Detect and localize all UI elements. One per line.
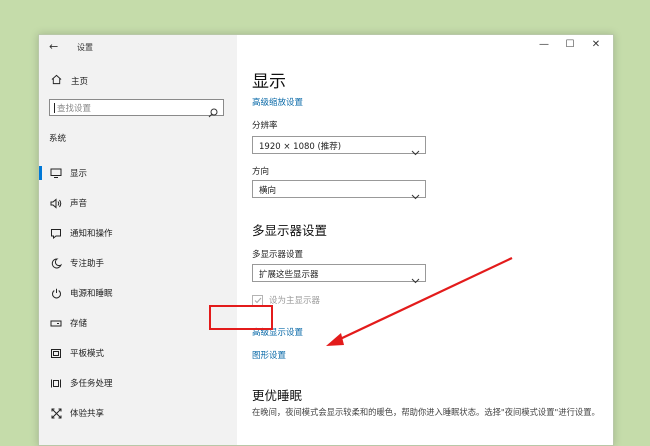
search-icon[interactable] — [208, 103, 218, 122]
sidebar-item-label: 声音 — [70, 199, 88, 209]
settings-window: ← 设置 主页 查找设置 系统 显示 声音 通知和操作 专注助手 电源和睡眠 存… — [38, 34, 614, 446]
chevron-down-icon — [411, 185, 420, 204]
sidebar-item-label: 电源和睡眠 — [70, 289, 113, 299]
sidebar-item-multitasking[interactable]: 多任务处理 — [39, 371, 237, 395]
multi-display-heading: 多显示器设置 — [252, 223, 328, 238]
sidebar-item-tablet-mode[interactable]: 平板模式 — [39, 341, 237, 365]
resolution-dropdown[interactable]: 1920 × 1080 (推荐) — [252, 136, 426, 156]
sidebar-item-label: 专注助手 — [70, 259, 105, 269]
multi-display-value: 扩展这些显示器 — [259, 270, 319, 280]
home-icon — [51, 74, 62, 88]
orientation-dropdown[interactable]: 横向 — [252, 180, 426, 200]
share-icon — [49, 406, 63, 420]
notification-icon — [49, 226, 63, 240]
multi-display-dropdown[interactable]: 扩展这些显示器 — [252, 264, 426, 284]
sidebar-item-focus-assist[interactable]: 专注助手 — [39, 251, 237, 275]
search-placeholder: 查找设置 — [57, 104, 92, 114]
sidebar-item-label: 多任务处理 — [70, 379, 113, 389]
sidebar-item-label: 存储 — [70, 319, 88, 329]
sidebar-home-label: 主页 — [71, 77, 89, 87]
multi-display-label: 多显示器设置 — [252, 250, 304, 260]
sidebar-section-label: 系统 — [49, 134, 67, 144]
text-caret — [54, 103, 55, 113]
monitor-icon — [49, 166, 63, 180]
sidebar-item-notifications[interactable]: 通知和操作 — [39, 221, 237, 245]
main-display-checkbox-label: 设为主显示器 — [269, 296, 321, 306]
resolution-value: 1920 × 1080 (推荐) — [259, 142, 342, 152]
resolution-label: 分辨率 — [252, 121, 278, 131]
tablet-icon — [49, 346, 63, 360]
sleep-heading: 更优睡眠 — [252, 388, 303, 403]
sidebar-item-sound[interactable]: 声音 — [39, 191, 237, 215]
sidebar: ← 设置 主页 查找设置 系统 显示 声音 通知和操作 专注助手 电源和睡眠 存… — [39, 35, 237, 445]
sidebar-item-label: 体验共享 — [70, 409, 105, 419]
search-input[interactable]: 查找设置 — [49, 99, 224, 118]
maximize-button[interactable]: ☐ — [559, 37, 581, 53]
multitask-icon — [49, 376, 63, 390]
chevron-down-icon — [411, 269, 420, 288]
minimize-button[interactable]: — — [533, 37, 555, 53]
page-title: 显示 — [252, 72, 286, 92]
speaker-icon — [49, 196, 63, 210]
sidebar-home[interactable]: 主页 — [51, 74, 88, 88]
sidebar-item-power-sleep[interactable]: 电源和睡眠 — [39, 281, 237, 305]
sidebar-item-label: 显示 — [70, 169, 88, 179]
close-button[interactable]: ✕ — [585, 37, 607, 53]
advanced-scaling-link[interactable]: 高级缩放设置 — [252, 96, 303, 108]
orientation-label: 方向 — [252, 167, 270, 177]
graphics-settings-highlight-box — [209, 305, 273, 330]
main-display-checkbox[interactable] — [252, 294, 263, 306]
moon-icon — [49, 256, 63, 270]
back-arrow-icon[interactable]: ← — [49, 40, 58, 53]
sidebar-item-storage[interactable]: 存储 — [39, 311, 237, 335]
sidebar-item-shared-experiences[interactable]: 体验共享 — [39, 401, 237, 425]
power-icon — [49, 286, 63, 300]
sleep-description: 在晚间，夜间模式会显示较柔和的暖色，帮助你进入睡眠状态。选择"夜间模式设置"进行… — [252, 407, 600, 417]
storage-icon — [49, 316, 63, 330]
sidebar-item-label: 平板模式 — [70, 349, 105, 359]
graphics-settings-link[interactable]: 图形设置 — [252, 349, 286, 361]
window-title: 设置 — [77, 43, 93, 52]
orientation-value: 横向 — [259, 186, 277, 196]
sidebar-item-display[interactable]: 显示 — [39, 161, 237, 185]
sidebar-item-label: 通知和操作 — [70, 229, 113, 239]
chevron-down-icon — [411, 141, 420, 160]
main-content: — ☐ ✕ 显示 高级缩放设置 分辨率 1920 × 1080 (推荐) 方向 … — [237, 35, 613, 445]
